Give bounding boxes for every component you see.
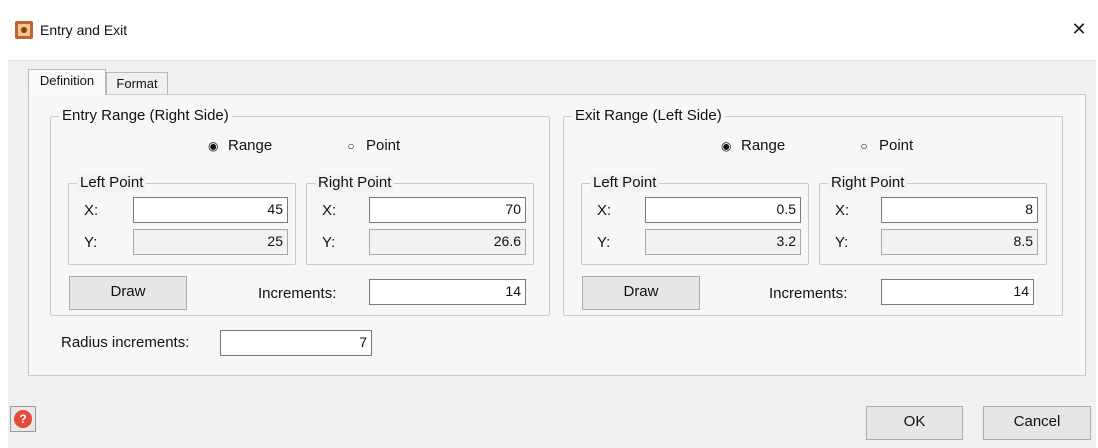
entry-radio-range[interactable]: ◉ Range: [208, 137, 272, 155]
entry-increments-field[interactable]: 14: [369, 279, 526, 305]
window-title: Entry and Exit: [40, 22, 128, 38]
entry-left-x-field[interactable]: 45: [133, 197, 288, 223]
help-icon: ?: [14, 410, 32, 428]
tab-definition[interactable]: Definition: [28, 69, 106, 95]
entry-right-x-field[interactable]: 70: [369, 197, 526, 223]
entry-radio-point[interactable]: ○ Point: [346, 137, 400, 155]
exit-right-point-legend: Right Point: [828, 174, 908, 192]
exit-radio-point[interactable]: ○ Point: [859, 137, 913, 155]
radius-increments-field[interactable]: 7: [220, 330, 372, 356]
radio-unselected-icon: ○: [347, 139, 355, 153]
entry-left-x-label: X:: [84, 202, 99, 219]
entry-left-y-field: 25: [133, 229, 288, 255]
radio-selected-icon: ◉: [208, 139, 219, 153]
exit-increments-field[interactable]: 14: [881, 279, 1034, 305]
cancel-button[interactable]: Cancel: [983, 406, 1091, 440]
entry-radio-range-label: Range: [228, 137, 273, 154]
entry-left-point-legend: Left Point: [77, 174, 147, 192]
help-button[interactable]: ?: [10, 406, 36, 432]
exit-left-x-label: X:: [597, 202, 612, 219]
exit-left-point-legend: Left Point: [590, 174, 660, 192]
title-bar: Entry and Exit ✕: [0, 0, 1098, 60]
exit-right-y-field: 8.5: [881, 229, 1038, 255]
exit-radio-range-label: Range: [741, 137, 786, 154]
radio-unselected-icon: ○: [860, 139, 868, 153]
app-window-icon: [14, 20, 34, 40]
entry-left-y-label: Y:: [84, 234, 98, 251]
entry-right-y-field: 26.6: [369, 229, 526, 255]
exit-draw-button[interactable]: Draw: [582, 276, 700, 310]
tab-format[interactable]: Format: [106, 72, 168, 96]
entry-draw-button[interactable]: Draw: [69, 276, 187, 310]
close-icon[interactable]: ✕: [1064, 14, 1094, 44]
exit-radio-range[interactable]: ◉ Range: [721, 137, 785, 155]
ok-button[interactable]: OK: [866, 406, 963, 440]
exit-left-x-field[interactable]: 0.5: [645, 197, 801, 223]
exit-left-y-field: 3.2: [645, 229, 801, 255]
entry-right-x-label: X:: [322, 202, 337, 219]
exit-increments-label: Increments:: [769, 285, 848, 302]
exit-right-x-field[interactable]: 8: [881, 197, 1038, 223]
exit-right-x-label: X:: [835, 202, 850, 219]
entry-right-y-label: Y:: [322, 234, 336, 251]
entry-range-legend: Entry Range (Right Side): [59, 107, 232, 125]
exit-radio-point-label: Point: [879, 137, 914, 154]
radius-increments-label: Radius increments:: [61, 334, 190, 351]
entry-right-point-legend: Right Point: [315, 174, 395, 192]
exit-range-legend: Exit Range (Left Side): [572, 107, 725, 125]
entry-increments-label: Increments:: [258, 285, 337, 302]
exit-right-y-label: Y:: [835, 234, 849, 251]
exit-left-y-label: Y:: [597, 234, 611, 251]
entry-radio-point-label: Point: [366, 137, 401, 154]
radio-selected-icon: ◉: [721, 139, 732, 153]
